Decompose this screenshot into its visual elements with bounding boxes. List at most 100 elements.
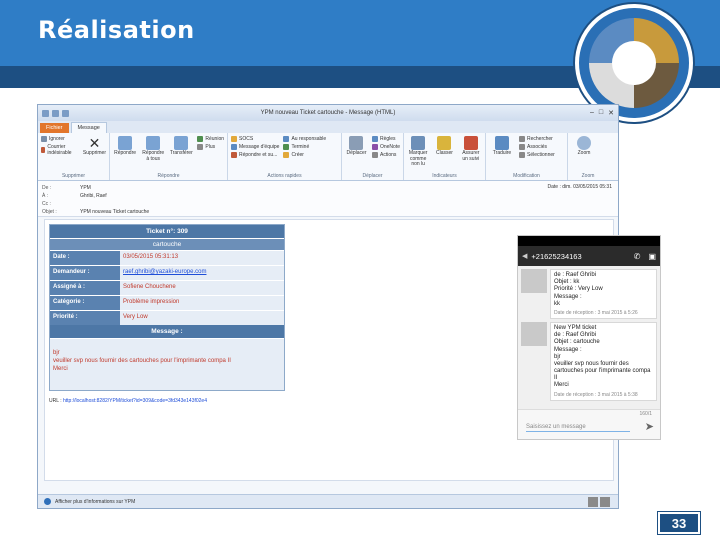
tab-fichier[interactable]: Fichier — [40, 123, 69, 133]
plus-button[interactable]: Plus — [197, 144, 224, 150]
reunion-button[interactable]: Réunion — [197, 136, 224, 142]
quick-step-5[interactable]: Terminé — [283, 144, 326, 150]
phone-sms-screen: ◀ +21625234163 ✆ ▣ de : Raef Ghribi Objet… — [517, 235, 661, 440]
more-icon — [197, 144, 204, 150]
ignore-icon — [41, 136, 47, 142]
group-deplacer: Déplacer Règles OneNote Actions Déplacer — [342, 133, 404, 180]
tab-message[interactable]: Message — [70, 122, 107, 133]
rules-icon — [371, 136, 378, 142]
group-actions-rapides: SOCS Message d'équipe Répondre et su... … — [228, 133, 342, 180]
contact-card-icon[interactable]: ▣ — [648, 252, 656, 261]
junk-icon — [41, 147, 46, 153]
subject-value: YPM nouveau Ticket cartouche — [80, 209, 150, 215]
requester-email-link[interactable]: raef.ghribi@yazaki-europe.com — [120, 266, 284, 280]
zoom-icon — [577, 136, 591, 150]
delete-icon: ✕ — [88, 135, 101, 151]
table-row: Catégorie : Problème impression — [50, 295, 284, 310]
reply-icon — [118, 136, 133, 150]
actions-button[interactable]: Actions — [371, 152, 400, 158]
repondre-button[interactable]: Répondre — [113, 136, 137, 170]
team-icon — [231, 144, 237, 150]
ticket-message: bjr veuiller svp nous fournir des cartou… — [50, 338, 284, 390]
associes-button[interactable]: Associés — [519, 144, 555, 150]
send-icon[interactable]: ➤ — [645, 420, 654, 433]
sms-bubble: New YPM ticket de : Raef Ghribi Objet : … — [550, 321, 657, 401]
actions-icon — [371, 152, 378, 158]
translate-icon — [495, 136, 509, 150]
table-row: Assigné à : Sofiene Chouchene — [50, 280, 284, 295]
sms-thread-header: ◀ +21625234163 ✆ ▣ — [518, 246, 660, 266]
folder-icon — [231, 136, 237, 142]
status-bar: Afficher plus d'informations sur YPM — [38, 494, 618, 508]
quick-step-3[interactable]: Répondre et su... — [231, 152, 279, 158]
ribbon-tabs: Fichier Message — [38, 121, 618, 133]
quick-step-1[interactable]: SOCS — [231, 136, 279, 142]
phone-call-icon[interactable]: ✆ — [634, 252, 641, 261]
mark-unread-icon — [411, 136, 426, 150]
zoom-button[interactable]: Zoom — [571, 136, 597, 170]
to-value: Ghribi, Raef — [80, 193, 107, 199]
window-titlebar: YPM nouveau Ticket cartouche - Message (… — [38, 105, 618, 121]
phone-status-bar — [518, 236, 660, 246]
group-zoom: Zoom Zoom — [568, 133, 608, 180]
message-header: De : YPM À : Ghribi, Raef Cc : Objet : YPM … — [38, 181, 618, 217]
rechercher-button[interactable]: Rechercher — [519, 136, 555, 142]
supprimer-button[interactable]: ✕ Supprimer — [83, 136, 106, 170]
avatar[interactable] — [588, 496, 598, 507]
move-icon — [349, 136, 364, 150]
window-title: YPM nouveau Ticket cartouche - Message (… — [260, 110, 396, 116]
message-label: Message : — [50, 325, 284, 338]
ticket-table: Ticket n°: 309 cartouche Date :03/05/201… — [49, 224, 285, 391]
table-row: Priorité : Very Low — [50, 310, 284, 325]
date-value: dim. 03/05/2015 05:31 — [562, 184, 612, 190]
group-supprimer: Ignorer Courrier indésirable ✕ Supprimer … — [38, 133, 110, 180]
back-icon[interactable]: ◀ — [522, 252, 527, 260]
meeting-icon — [197, 136, 204, 142]
sms-message-input[interactable]: Saisissez un message — [526, 424, 630, 432]
table-row: Date :03/05/2015 05:31:13 — [50, 250, 284, 265]
table-row: Demandeur : raef.ghribi@yazaki-europe.com — [50, 265, 284, 280]
suivi-button[interactable]: Assurer un suivi — [460, 136, 482, 170]
slide-title: Réalisation — [38, 16, 195, 44]
group-modification: Traduire Rechercher Associés Sélectionne… — [486, 133, 568, 180]
quick-step-6[interactable]: Créer — [283, 152, 326, 158]
ticket-url: URL : http://localhost:8282/YPM/ticket?i… — [49, 398, 207, 404]
regles-button[interactable]: Règles — [371, 136, 400, 142]
ticket-url-link[interactable]: http://localhost:8282/YPM/ticket?id=309&… — [63, 398, 207, 404]
group-indicateurs: Marquer comme non lu Classer Assurer un … — [404, 133, 486, 180]
slide: Réalisation YPM nouveau Ticket cartouche… — [0, 0, 720, 540]
deplacer-button[interactable]: Déplacer — [345, 136, 368, 170]
avatar[interactable] — [600, 496, 610, 507]
junk-button[interactable]: Courrier indésirable — [41, 144, 79, 156]
quick-step-2[interactable]: Message d'équipe — [231, 144, 279, 150]
done-icon — [283, 144, 290, 150]
sms-compose-area: 160/1 Saisissez un message ➤ — [518, 409, 660, 439]
flag-icon — [463, 136, 478, 150]
avatar — [521, 321, 547, 346]
ignorer-button[interactable]: Ignorer — [41, 136, 79, 142]
group-repondre: Répondre Répondre à tous Transférer Réun… — [110, 133, 228, 180]
forward-icon — [174, 136, 189, 150]
list-item: de : Raef Ghribi Objet : kk Priorité : V… — [518, 266, 660, 319]
quick-step-4[interactable]: Au responsable — [283, 136, 326, 142]
reply-all-icon — [146, 136, 161, 150]
ticket-subject: cartouche — [50, 238, 284, 250]
ticket-heading: Ticket n°: 309 — [50, 225, 284, 238]
ribbon: Ignorer Courrier indésirable ✕ Supprimer … — [38, 133, 618, 181]
classer-button[interactable]: Classer — [433, 136, 455, 170]
repondre-tous-button[interactable]: Répondre à tous — [141, 136, 165, 170]
contact-number: +21625234163 — [531, 251, 582, 261]
selectionner-button[interactable]: Sélectionner — [519, 152, 555, 158]
traduire-button[interactable]: Traduire — [489, 136, 515, 170]
info-icon — [44, 498, 51, 505]
avatar — [521, 269, 547, 293]
find-icon — [519, 136, 525, 142]
marquer-button[interactable]: Marquer comme non lu — [407, 136, 429, 170]
create-icon — [283, 152, 290, 158]
transferer-button[interactable]: Transférer — [169, 136, 193, 170]
onenote-icon — [371, 144, 378, 150]
from-value: YPM — [80, 185, 91, 191]
onenote-button[interactable]: OneNote — [371, 144, 400, 150]
related-icon — [519, 144, 525, 150]
logo-center — [612, 41, 656, 85]
